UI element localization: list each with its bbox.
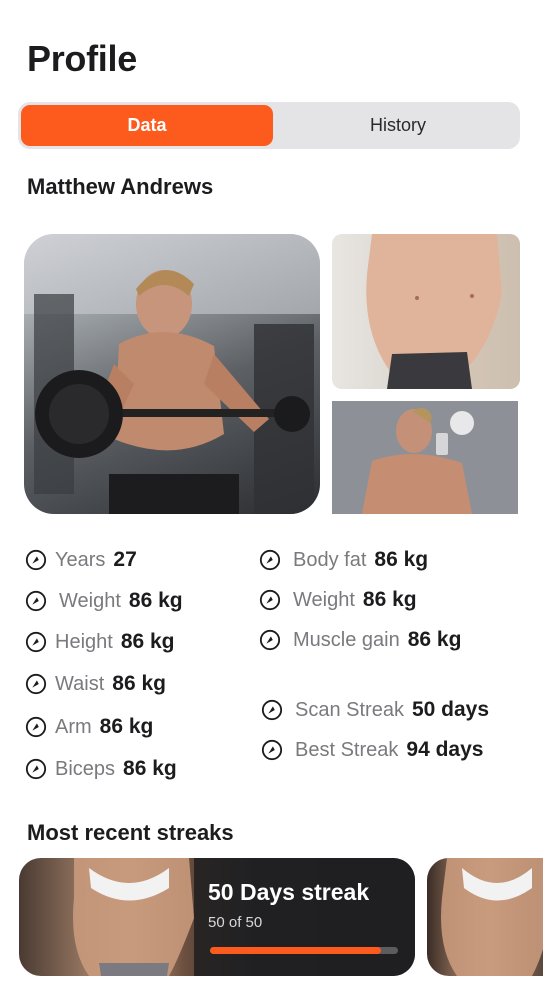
photo-mirror-selfie[interactable] (332, 401, 518, 514)
stat-value: 86 kg (362, 588, 417, 611)
torso-photo-illustration (366, 234, 502, 389)
page-title: Profile (27, 38, 137, 79)
stat-label: Biceps (55, 757, 116, 780)
stat-label: Weight (293, 588, 355, 611)
stat-value: 94 days (406, 738, 484, 761)
tab-history[interactable]: History (276, 105, 520, 146)
gauge-icon (25, 758, 47, 780)
streak-card-next[interactable] (427, 858, 543, 976)
stat-label: Body fat (293, 548, 367, 571)
stat-muscle-gain: Muscle gain 86 kg (259, 628, 461, 652)
tab-data[interactable]: Data (21, 105, 273, 146)
stat-weight-right: Weight 86 kg (259, 588, 417, 612)
stat-value: 86 kg (120, 630, 175, 653)
segmented-control: Data History (18, 102, 520, 149)
stat-waist: Waist 86 kg (25, 672, 166, 696)
stat-height: Height 86 kg (25, 630, 175, 654)
stat-years: Years 27 (25, 548, 137, 572)
gauge-icon (261, 699, 283, 721)
stat-value: 86 kg (99, 715, 154, 738)
stat-value: 50 days (411, 698, 490, 721)
stat-label: Best Streak (295, 738, 399, 761)
stat-body-fat: Body fat 86 kg (259, 548, 428, 572)
streak-progress-fill (210, 947, 382, 954)
gauge-icon (25, 673, 47, 695)
stat-label: Years (55, 548, 106, 571)
stat-value: 86 kg (128, 589, 183, 612)
photo-torso[interactable] (332, 234, 520, 389)
stat-biceps: Biceps 86 kg (25, 757, 177, 781)
stat-value: 27 (113, 548, 137, 571)
stat-weight: Weight 86 kg (25, 589, 183, 613)
gauge-icon (259, 589, 281, 611)
gauge-icon (25, 590, 47, 612)
user-name: Matthew Andrews (27, 174, 214, 199)
section-title-streaks: Most recent streaks (27, 820, 234, 845)
stat-value: 86 kg (112, 672, 166, 695)
streak-progress-track (210, 947, 398, 954)
stat-label: Arm (55, 715, 92, 738)
gauge-icon (25, 549, 47, 571)
gauge-icon (25, 631, 47, 653)
stat-label: Waist (55, 672, 105, 695)
stat-value: 86 kg (374, 548, 429, 571)
photo-main[interactable] (24, 234, 320, 514)
gauge-icon (259, 549, 281, 571)
selfie-photo-illustration (332, 401, 518, 514)
gauge-icon (261, 739, 283, 761)
stat-scan-streak: Scan Streak 50 days (261, 698, 489, 722)
stat-label: Height (55, 630, 113, 653)
streak-card-title: 50 Days streak (208, 879, 370, 905)
stat-value: 86 kg (123, 757, 177, 780)
streak-card-illustration (441, 858, 543, 976)
stat-label: Scan Streak (295, 698, 404, 721)
streak-card-subtitle: 50 of 50 (208, 914, 263, 931)
stat-best-streak: Best Streak 94 days (261, 738, 483, 762)
stat-label: Weight (59, 589, 121, 612)
gauge-icon (25, 716, 47, 738)
gym-photo-illustration (24, 234, 320, 514)
stat-value: 86 kg (407, 628, 462, 651)
gauge-icon (259, 629, 281, 651)
stat-label: Muscle gain (293, 628, 400, 651)
stat-arm: Arm 86 kg (25, 715, 153, 739)
